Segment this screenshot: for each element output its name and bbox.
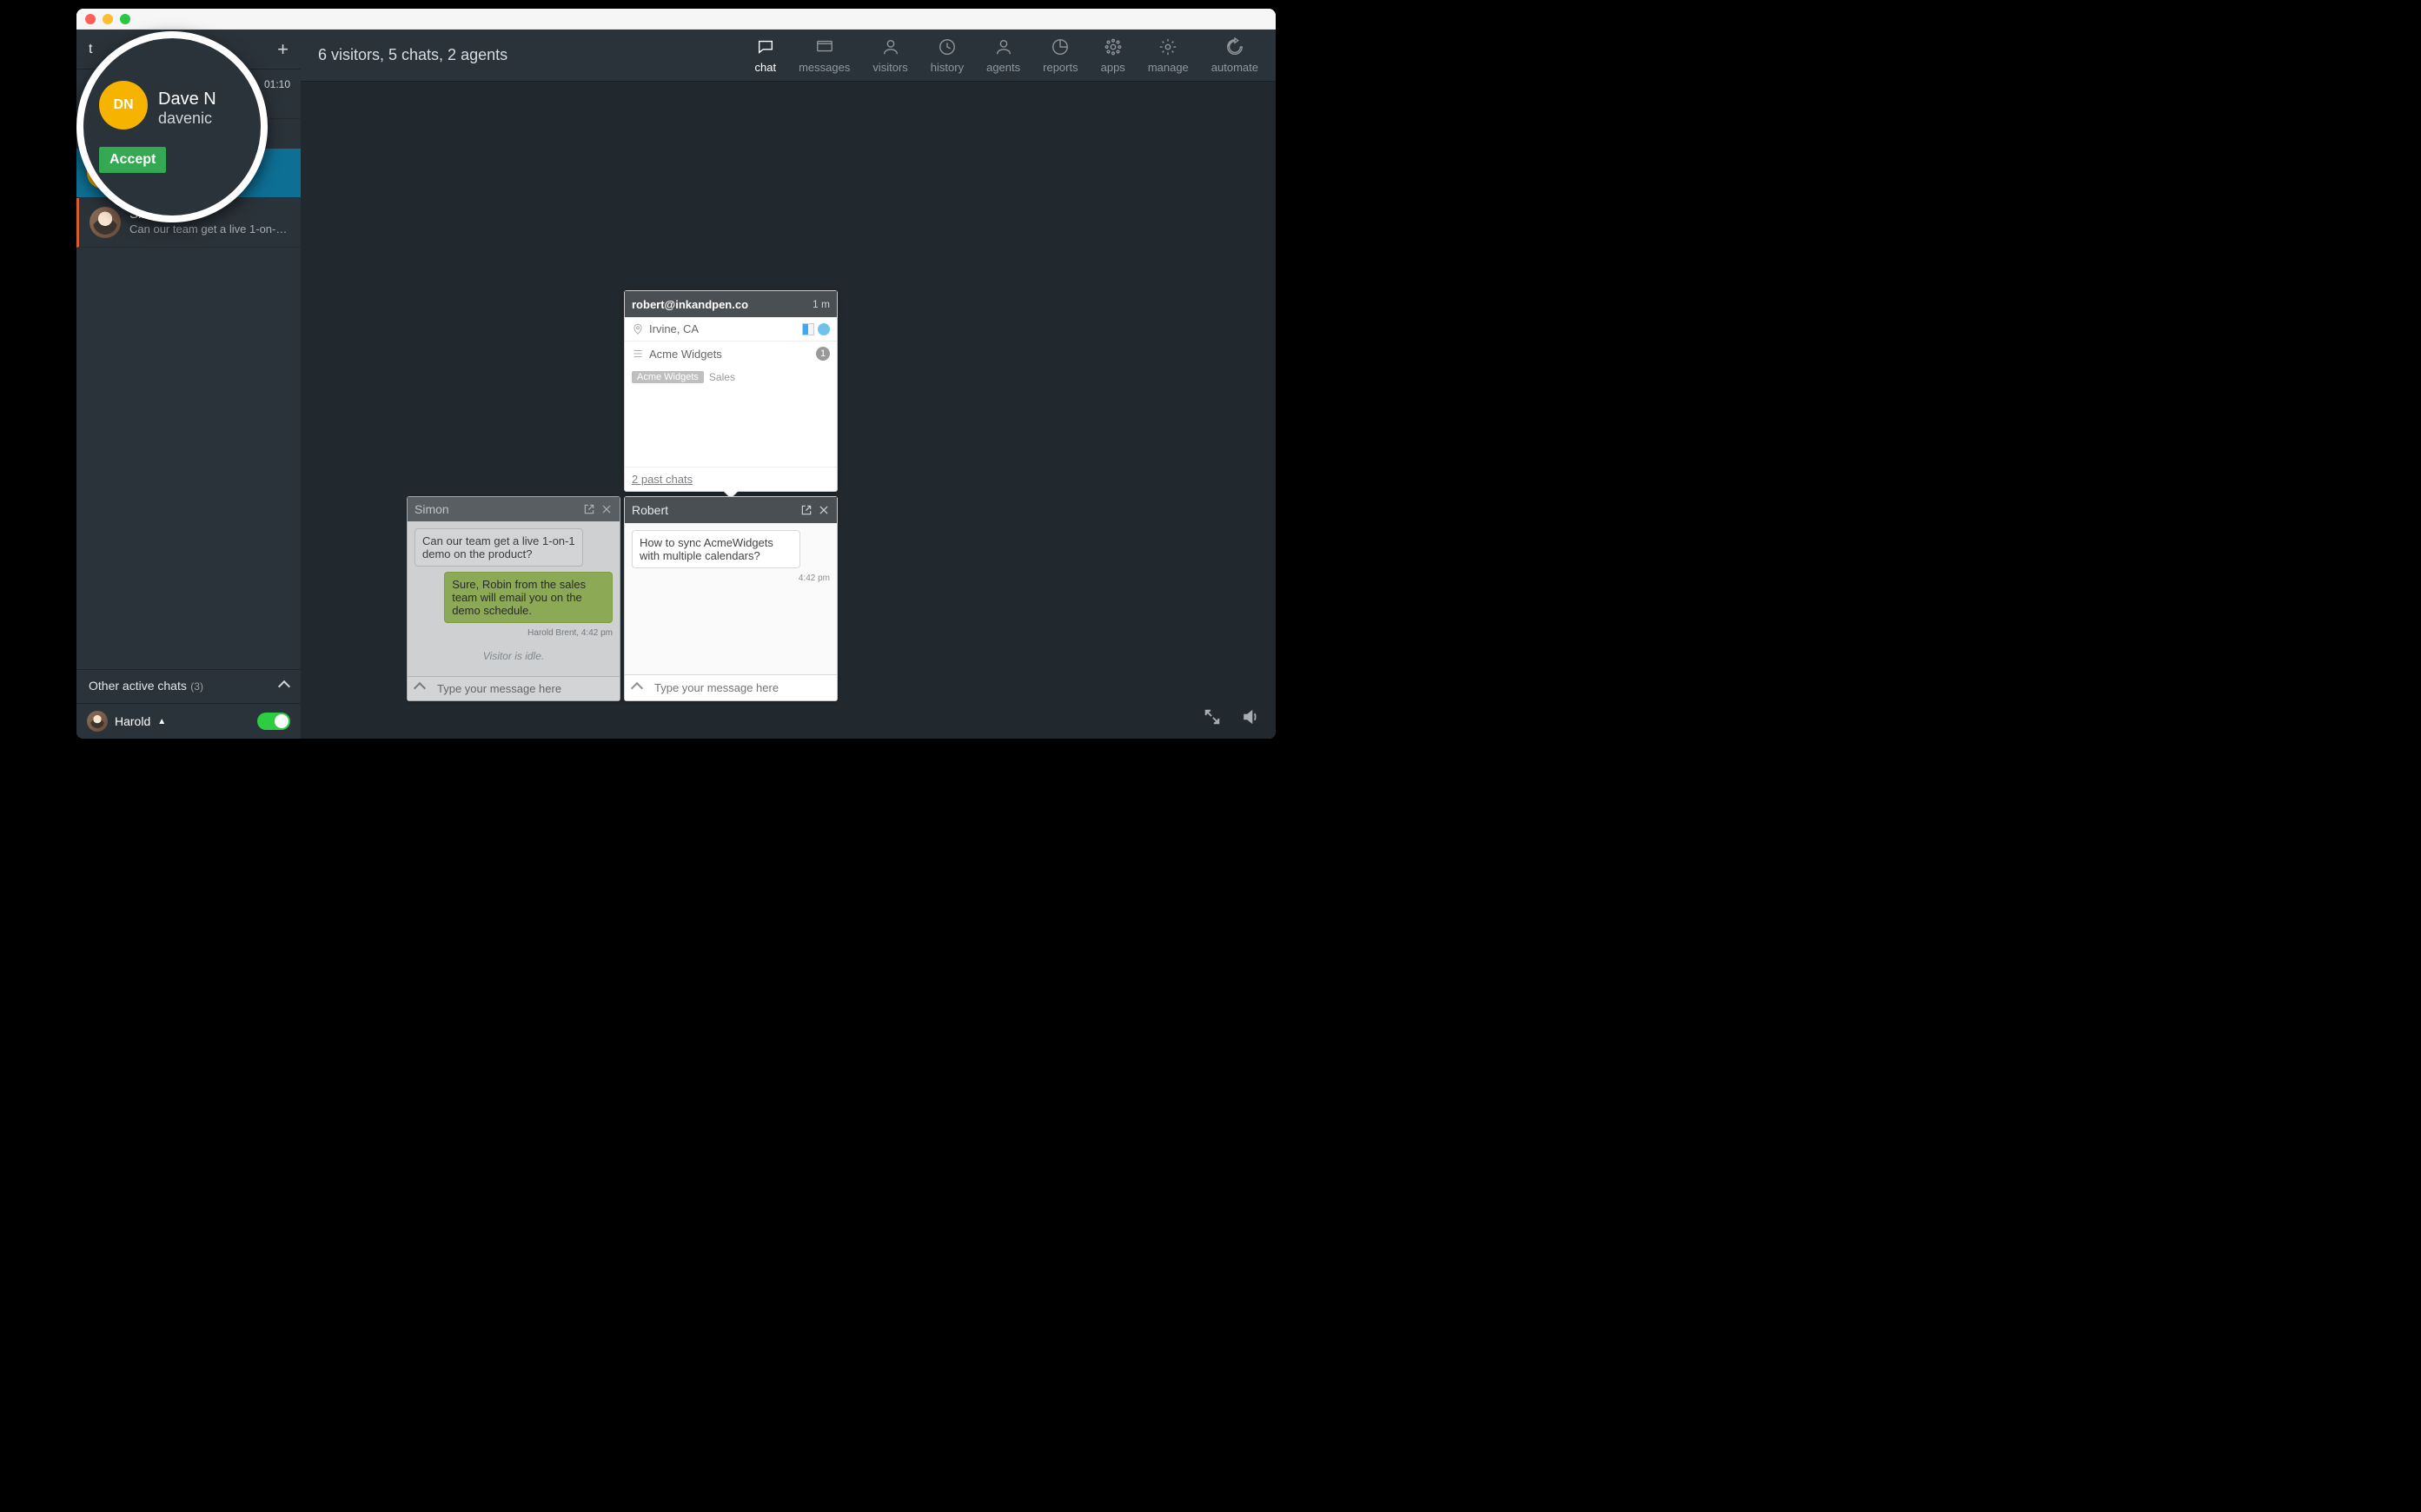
other-chats-label: Other active chats [89,679,187,693]
tag: Acme Widgets [632,371,704,383]
online-toggle[interactable] [257,713,290,730]
popover-tags-row: Acme Widgets Sales [625,366,837,388]
agents-icon [993,36,1014,57]
avatar: DN [99,81,148,129]
nav-label: messages [799,61,850,74]
location-pin-icon [632,323,644,335]
close-icon[interactable] [818,504,830,516]
incoming-message: Can our team get a live 1-on-1 demo on t… [415,528,583,567]
magnify-name: Dave N [158,90,216,109]
popover-location: Irvine, CA [649,322,699,335]
message-input[interactable] [432,682,620,695]
tag-extra: Sales [709,371,735,383]
window-zoom-icon[interactable] [120,14,130,24]
magnify-sub: davenic [158,109,216,128]
window-minimize-icon[interactable] [103,14,113,24]
visitor-summary: 6 visitors, 5 chats, 2 agents [318,46,507,64]
nav-label: automate [1211,61,1258,74]
expand-input-icon[interactable] [408,681,432,695]
message-input[interactable] [649,681,837,694]
window-close-icon[interactable] [85,14,96,24]
avatar [90,207,121,238]
incoming-message: How to sync AcmeWidgets with multiple ca… [632,530,800,568]
visitors-icon [880,36,901,57]
apps-icon [1103,36,1124,57]
magnify-accept-button[interactable]: Accept [99,147,166,173]
nav-automate[interactable]: automate [1211,36,1258,74]
history-icon [937,36,958,57]
agent-status-row: Harold ▲ [76,703,301,739]
page-count-badge: 1 [816,347,830,361]
magnify-callout: DN Dave N davenic Accept [76,31,268,222]
chevron-up-icon [278,680,290,693]
page-icon [632,348,644,360]
window-titlebar [76,9,1276,30]
nav-agents[interactable]: agents [986,36,1020,74]
panel-header[interactable]: Simon [408,497,620,521]
main-area: 6 visitors, 5 chats, 2 agents chat messag… [301,30,1276,739]
chat-panel-robert: Robert How to sync AcmeWidgets with mult… [624,496,838,701]
finder-icon [802,323,814,335]
nav-messages[interactable]: messages [799,36,850,74]
nav-manage[interactable]: manage [1148,36,1189,74]
popover-age: 1 m [813,298,830,310]
volume-icon[interactable] [1241,707,1260,726]
close-icon[interactable] [600,503,613,515]
sidebar-title: t [89,42,92,57]
visitor-popover: robert@inkandpen.co 1 m Irvine, CA [624,290,838,492]
nav-reports[interactable]: reports [1043,36,1078,74]
expand-input-icon[interactable] [625,681,649,695]
agent-menu[interactable]: Harold ▲ [87,711,166,732]
past-chats-link[interactable]: 2 past chats [632,473,693,486]
fullscreen-icon[interactable] [1203,707,1222,726]
popover-location-row: Irvine, CA [625,317,837,342]
new-chat-button[interactable]: + [277,38,289,61]
nav-label: agents [986,61,1020,74]
nav-label: reports [1043,61,1078,74]
message-meta: 4:42 pm [799,574,830,583]
avatar [87,711,108,732]
chat-icon [755,36,776,57]
conv-time: 01:10 [264,78,290,90]
nav-label: chat [755,61,777,74]
topbar: 6 visitors, 5 chats, 2 agents chat messag… [301,30,1276,82]
panel-header[interactable]: Robert [625,497,837,523]
outgoing-message: Sure, Robin from the sales team will ema… [444,572,613,623]
top-nav: chat messages visitors history agents reports… [755,36,1258,74]
panel-input-row [408,676,620,700]
popover-email: robert@inkandpen.co [632,298,748,311]
chat-panel-simon: Simon Can our team get a live 1-on-1 dem… [407,496,620,701]
other-active-chats-toggle[interactable]: Other active chats (3) [76,669,301,703]
idle-status: Visitor is idle. [415,643,613,669]
reports-icon [1050,36,1071,57]
popout-icon[interactable] [583,503,595,515]
popover-page-row[interactable]: Acme Widgets 1 [625,342,837,366]
popout-icon[interactable] [800,504,813,516]
nav-apps[interactable]: apps [1101,36,1125,74]
nav-label: history [931,61,964,74]
message-meta: Harold Brent, 4:42 pm [527,628,613,638]
panel-title: Simon [415,502,449,516]
agent-name: Harold [115,714,150,728]
panel-input-row [625,674,837,700]
globe-icon [818,323,830,335]
nav-chat[interactable]: chat [755,36,777,74]
messages-icon [814,36,835,57]
other-chats-count: (3) [190,680,203,693]
panel-title: Robert [632,503,668,517]
conv-sub: Can our team get a live 1-on-1… [129,222,290,235]
workspace-corner-controls [1203,707,1260,726]
app-window: t + DN Dave Nickerson davenic@mockupmeup… [76,9,1276,739]
nav-label: apps [1101,61,1125,74]
nav-label: manage [1148,61,1189,74]
nav-history[interactable]: history [931,36,964,74]
automate-icon [1224,36,1245,57]
manage-icon [1157,36,1178,57]
nav-visitors[interactable]: visitors [872,36,907,74]
popover-page-title: Acme Widgets [649,348,722,361]
workspace: robert@inkandpen.co 1 m Irvine, CA [301,82,1276,739]
nav-label: visitors [872,61,907,74]
